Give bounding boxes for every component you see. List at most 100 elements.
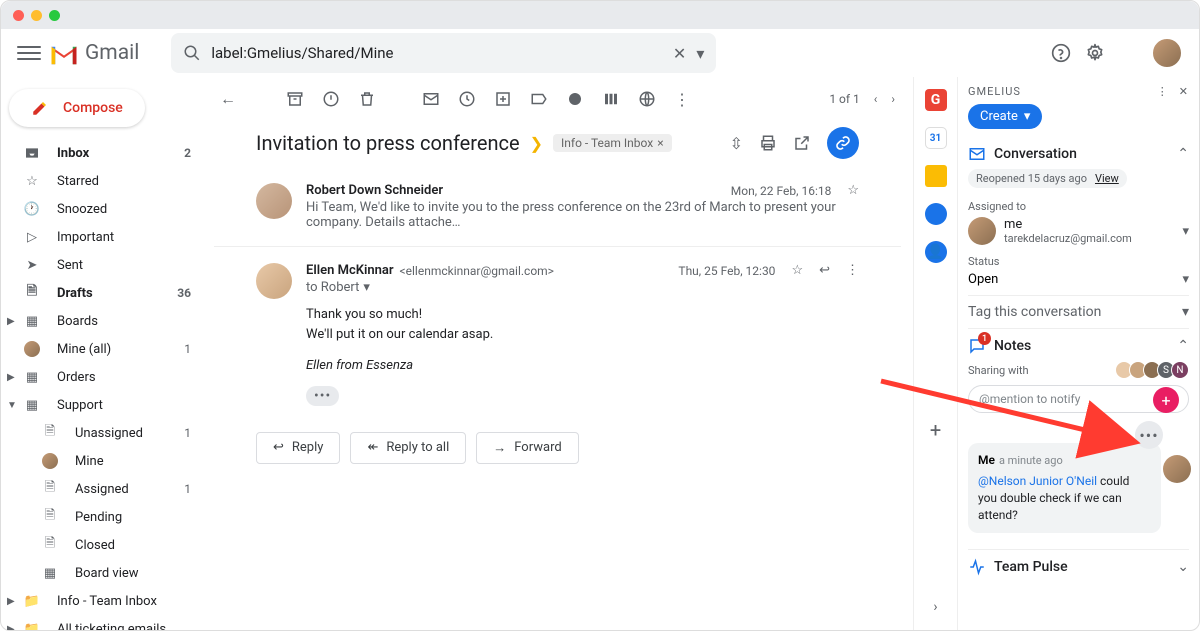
message-expanded: Ellen McKinnar <ellenmckinnar@gmail.com>… — [214, 246, 901, 416]
clear-icon[interactable]: ✕ — [673, 44, 686, 63]
gmelius-panel: GMELIUS ⋮✕ Create ▾ Conversation⌃ Reopen… — [957, 77, 1199, 630]
link-icon[interactable] — [827, 127, 859, 159]
more-icon[interactable]: ⋮ — [846, 263, 859, 278]
sidebar-item-drafts[interactable]: 🗎Drafts36 — [1, 279, 201, 307]
compose-button[interactable]: Compose — [9, 89, 145, 127]
avatar — [256, 183, 292, 219]
account-avatar[interactable] — [1151, 37, 1183, 69]
spam-icon[interactable] — [322, 90, 340, 108]
reply-button[interactable]: ↩ Reply — [256, 432, 340, 464]
add-rail-icon[interactable]: + — [925, 419, 947, 441]
sidebar-item-assigned[interactable]: 🗎Assigned1 — [1, 475, 201, 503]
panel-more-icon[interactable]: ⋮ — [1157, 85, 1169, 98]
print-icon[interactable] — [759, 134, 777, 152]
popout-icon[interactable] — [793, 134, 811, 152]
forward-button[interactable]: → Forward — [476, 432, 578, 464]
search-input[interactable] — [211, 44, 663, 62]
sidebar-item-starred[interactable]: ☆Starred — [1, 167, 201, 195]
gmelius-rail-icon[interactable]: G — [925, 89, 947, 111]
note-more-icon[interactable]: ••• — [1135, 421, 1163, 449]
message-collapsed[interactable]: Robert Down Schneider Mon, 22 Feb, 16:18… — [214, 173, 901, 240]
app-header: Gmail ✕ ▾ — [1, 29, 1199, 77]
keep-rail-icon[interactable] — [925, 165, 947, 187]
subject-title: Invitation to press conference — [256, 131, 520, 155]
mark-unread-icon[interactable] — [422, 90, 440, 108]
avatar — [968, 217, 996, 245]
board-icon[interactable] — [602, 90, 620, 108]
label-icon[interactable] — [566, 90, 584, 108]
status-select[interactable]: Open▾ — [968, 272, 1189, 287]
sidebar-item-important[interactable]: ▷Important — [1, 223, 201, 251]
expand-icon[interactable]: ⇳ — [730, 134, 743, 153]
avatar — [1163, 455, 1191, 483]
chevron-down-icon[interactable]: ▾ — [1182, 304, 1189, 320]
subject-label[interactable]: Info - Team Inbox × — [553, 134, 672, 152]
collapse-rail-icon[interactable]: › — [925, 596, 947, 618]
window-titlebar — [1, 1, 1199, 29]
back-icon[interactable]: ← — [220, 89, 236, 109]
sidebar-item-board-view[interactable]: ▦Board view — [1, 559, 201, 587]
star-icon[interactable]: ☆ — [791, 263, 803, 278]
gmail-logo[interactable]: Gmail — [49, 41, 139, 65]
inbox-flag-icon: ❯ — [530, 134, 543, 153]
sidebar-item-info-team-inbox[interactable]: ▶📁Info - Team Inbox — [1, 587, 201, 615]
assignee-row[interactable]: metarekdelacruz@gmail.com ▾ — [968, 217, 1189, 245]
create-button[interactable]: Create ▾ — [968, 104, 1042, 129]
view-link[interactable]: View — [1095, 172, 1119, 185]
menu-icon[interactable] — [17, 41, 41, 65]
calendar-rail-icon[interactable]: 31 — [925, 127, 947, 149]
tasks-rail-icon[interactable] — [925, 203, 947, 225]
snooze-icon[interactable] — [458, 90, 476, 108]
chevron-down-icon[interactable]: ▾ — [363, 280, 370, 295]
sidebar-item-unassigned[interactable]: 🗎Unassigned1 — [1, 419, 201, 447]
more-icon[interactable]: ⋮ — [674, 90, 690, 109]
thread-view: ← ⋮ 1 of 1 ‹ › — [202, 77, 913, 630]
panel-brand: GMELIUS — [968, 85, 1021, 98]
reply-icon[interactable]: ↩ — [819, 263, 830, 278]
maximize-icon[interactable] — [49, 10, 60, 21]
sidebar-item-inbox[interactable]: Inbox2 — [1, 139, 201, 167]
section-conversation[interactable]: Conversation — [994, 146, 1077, 162]
show-trimmed-icon[interactable]: ••• — [306, 386, 339, 406]
sidebar-item-mine[interactable]: Mine — [1, 447, 201, 475]
add-task-icon[interactable] — [494, 90, 512, 108]
move-icon[interactable] — [530, 90, 548, 108]
sidebar-item-all-ticketing-emails[interactable]: ▶📁All ticketing emails — [1, 615, 201, 630]
section-notes[interactable]: Notes — [994, 338, 1031, 354]
sidebar-item-mine-all-[interactable]: Mine (all)1 — [1, 335, 201, 363]
section-pulse[interactable]: Team Pulse — [994, 559, 1068, 575]
close-icon[interactable] — [13, 10, 24, 21]
sidebar-item-snoozed[interactable]: 🕐Snoozed — [1, 195, 201, 223]
panel-close-icon[interactable]: ✕ — [1179, 85, 1189, 98]
settings-icon[interactable] — [1085, 43, 1105, 63]
next-icon[interactable]: › — [891, 92, 895, 106]
sidebar-item-support[interactable]: ▼▦Support — [1, 391, 201, 419]
sidebar-item-closed[interactable]: 🗎Closed — [1, 531, 201, 559]
minimize-icon[interactable] — [31, 10, 42, 21]
sidebar-item-pending[interactable]: 🗎Pending — [1, 503, 201, 531]
apps-icon[interactable] — [1119, 44, 1137, 62]
note-item: ••• Mea minute ago @Nelson Junior O'Neil… — [968, 443, 1161, 533]
chevron-down-icon[interactable]: ⌄ — [1177, 559, 1189, 575]
add-note-button[interactable]: + — [1153, 387, 1179, 413]
star-icon[interactable]: ☆ — [847, 183, 859, 198]
chevron-up-icon[interactable]: ⌃ — [1177, 338, 1189, 354]
sidebar-item-sent[interactable]: ➤Sent — [1, 251, 201, 279]
search-options-icon[interactable]: ▾ — [696, 44, 704, 63]
sidebar-item-orders[interactable]: ▶▦Orders — [1, 363, 201, 391]
chevron-up-icon[interactable]: ⌃ — [1177, 146, 1189, 162]
help-icon[interactable] — [1051, 43, 1071, 63]
sidebar-item-boards[interactable]: ▶▦Boards — [1, 307, 201, 335]
search-icon[interactable] — [183, 44, 201, 62]
reply-all-button[interactable]: ↞ Reply to all — [350, 432, 466, 464]
share-icon[interactable] — [638, 90, 656, 108]
search-box[interactable]: ✕ ▾ — [171, 33, 716, 73]
prev-icon[interactable]: ‹ — [874, 92, 878, 106]
delete-icon[interactable] — [358, 90, 376, 108]
tag-select[interactable]: Tag this conversation — [968, 304, 1101, 320]
archive-icon[interactable] — [286, 90, 304, 108]
chevron-down-icon[interactable]: ▾ — [1182, 224, 1189, 239]
mention-link[interactable]: @Nelson Junior O'Neil — [978, 474, 1097, 488]
contacts-rail-icon[interactable]: 👤 — [925, 241, 947, 263]
sharing-avatars[interactable]: S N — [1119, 361, 1189, 379]
